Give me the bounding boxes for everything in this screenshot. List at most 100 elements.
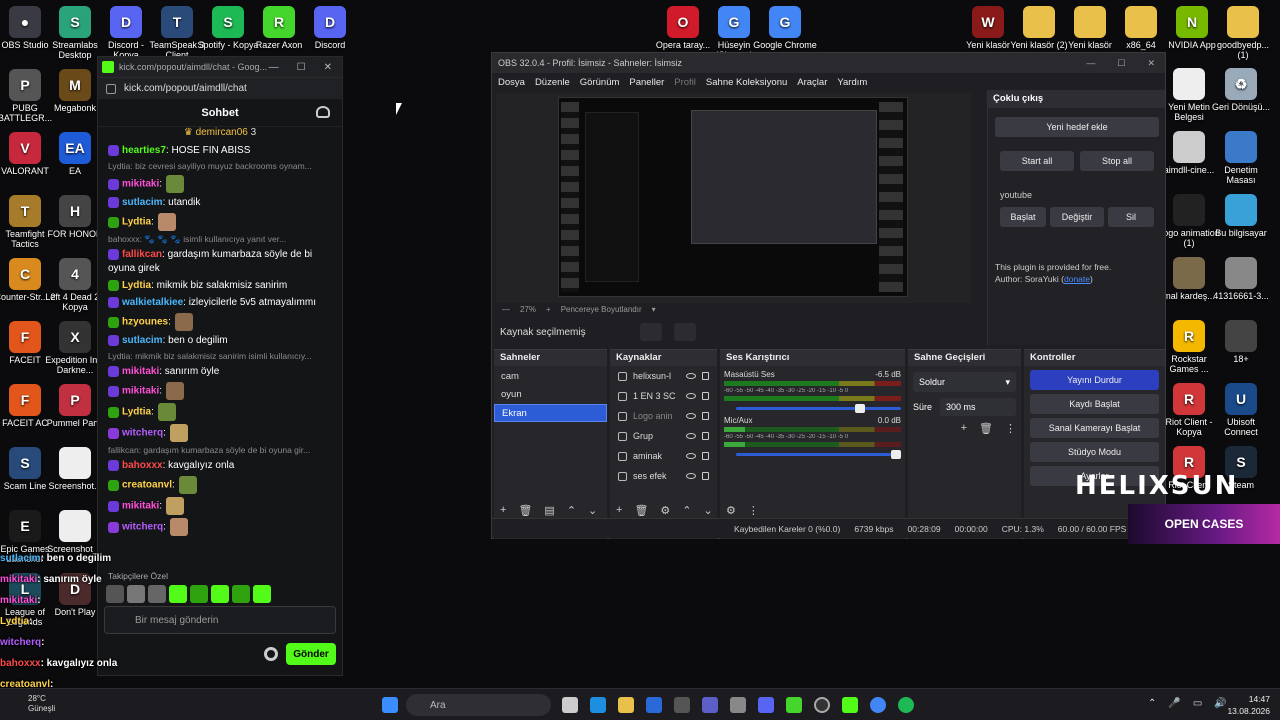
lock-icon[interactable] xyxy=(702,432,709,440)
scene-item[interactable]: Ekran xyxy=(494,404,607,422)
emote-icon[interactable] xyxy=(253,585,271,603)
emote-icon[interactable] xyxy=(148,585,166,603)
minimize-icon[interactable]: — xyxy=(1086,58,1095,69)
site-info-icon[interactable] xyxy=(106,83,116,94)
menu-dosya[interactable]: Dosya xyxy=(498,77,525,88)
menu-araçlar[interactable]: Araçlar xyxy=(797,77,827,88)
url-bar[interactable]: kick.com/popout/aimdll/chat xyxy=(98,77,342,99)
more-icon[interactable]: ⋮ xyxy=(1005,422,1016,435)
add-target-button[interactable]: Yeni hedef ekle xyxy=(995,117,1159,137)
lock-icon[interactable] xyxy=(702,472,709,480)
add-icon[interactable]: + xyxy=(616,504,622,517)
chat-username[interactable]: mikitaki xyxy=(122,501,159,512)
add-icon[interactable]: + xyxy=(961,422,967,435)
lock-icon[interactable] xyxy=(702,412,709,420)
menu-düzenle[interactable]: Düzenle xyxy=(535,77,570,88)
chrome-taskbar-icon[interactable] xyxy=(870,697,886,713)
network-icon[interactable]: ▭ xyxy=(1193,698,1202,709)
scene-item[interactable]: cam xyxy=(494,368,607,386)
control-button[interactable]: Kaydı Başlat xyxy=(1030,394,1159,414)
task-view-icon[interactable] xyxy=(562,697,578,713)
edge-icon[interactable] xyxy=(590,697,606,713)
arrow-down-icon[interactable]: ⌄ xyxy=(588,504,597,517)
close-icon[interactable]: ✕ xyxy=(324,62,332,73)
desktop-icon[interactable]: Denetim Masası xyxy=(1209,131,1273,185)
obs-titlebar[interactable]: OBS 32.0.4 - Profil: İsimsiz - Sahneler:… xyxy=(492,53,1165,73)
chat-username[interactable]: witcherq xyxy=(122,522,163,533)
weather-widget[interactable]: 28°C Güneşli xyxy=(28,694,55,714)
windows-start-icon[interactable] xyxy=(382,697,398,713)
visibility-eye-icon[interactable] xyxy=(686,413,696,419)
source-item[interactable]: 1 EN 3 SC xyxy=(610,386,717,406)
chat-username[interactable]: mikitaki xyxy=(122,366,159,377)
source-item[interactable]: Logo anin xyxy=(610,406,717,426)
scene-item[interactable]: oyun xyxy=(494,386,607,404)
kick-taskbar-icon[interactable] xyxy=(842,697,858,713)
pinned-gifter[interactable]: ♛ demircan06 3 xyxy=(98,127,342,141)
chat-username[interactable]: Lydtia xyxy=(122,280,151,291)
obs-preview[interactable] xyxy=(496,93,971,303)
source-item[interactable]: helixsun-l xyxy=(610,366,717,386)
chat-username[interactable]: hzyounes xyxy=(122,317,168,328)
more-icon[interactable]: ⋮ xyxy=(748,504,759,517)
obs-taskbar-icon[interactable] xyxy=(814,697,830,713)
add-icon[interactable]: + xyxy=(500,504,506,517)
chat-username[interactable]: sutlacim xyxy=(122,335,163,346)
zoom-in-icon[interactable]: + xyxy=(546,305,551,314)
start-all-button[interactable]: Start all xyxy=(1000,151,1074,171)
control-button[interactable]: Stüdyo Modu xyxy=(1030,442,1159,462)
filter-icon[interactable]: ▤ xyxy=(544,504,554,517)
control-button[interactable]: Yayını Durdur xyxy=(1030,370,1159,390)
desktop-icon[interactable]: G Google Chrome xyxy=(753,6,817,50)
lock-icon[interactable] xyxy=(702,452,709,460)
arrow-up-icon[interactable]: ⌃ xyxy=(682,504,691,517)
send-button[interactable]: Gönder xyxy=(286,643,336,665)
volume-slider[interactable] xyxy=(736,404,901,413)
emote-icon[interactable] xyxy=(232,585,250,603)
visibility-eye-icon[interactable] xyxy=(686,373,696,379)
source-item[interactable]: ses efek xyxy=(610,466,717,486)
menu-profil[interactable]: Profil xyxy=(674,77,696,88)
discord-taskbar-icon[interactable] xyxy=(758,697,774,713)
user-settings-icon[interactable] xyxy=(316,106,330,118)
start-button[interactable]: Başlat xyxy=(1000,207,1046,227)
chat-username[interactable]: creatoanvl xyxy=(122,480,172,491)
chat-username[interactable]: Lydtia xyxy=(122,407,151,418)
emote-icon[interactable] xyxy=(127,585,145,603)
desktop-icon[interactable]: Bu bilgisayar xyxy=(1209,194,1273,238)
chat-username[interactable]: Lydtia xyxy=(122,217,151,228)
chat-username[interactable]: hearties7 xyxy=(122,145,166,156)
arrow-up-icon[interactable]: ⌃ xyxy=(567,504,576,517)
razer-taskbar-icon[interactable] xyxy=(786,697,802,713)
emote-icon[interactable] xyxy=(169,585,187,603)
chat-username[interactable]: bahoxxx xyxy=(122,460,163,471)
menu-görünüm[interactable]: Görünüm xyxy=(580,77,620,88)
lock-icon[interactable] xyxy=(702,392,709,400)
arrow-down-icon[interactable]: ⌄ xyxy=(704,504,713,517)
donate-link[interactable]: donate xyxy=(1064,274,1090,284)
app-icon[interactable] xyxy=(730,697,746,713)
store-icon[interactable] xyxy=(646,697,662,713)
advanced-audio-icon[interactable]: ⚙ xyxy=(726,504,736,517)
lock-icon[interactable] xyxy=(702,372,709,380)
menu-sahne-koleksiyonu[interactable]: Sahne Koleksiyonu xyxy=(706,77,787,88)
app-icon[interactable] xyxy=(674,697,690,713)
menu-yardım[interactable]: Yardım xyxy=(837,77,867,88)
trash-icon[interactable]: 🗑 xyxy=(634,504,648,517)
trash-icon[interactable]: 🗑 xyxy=(518,504,532,517)
menu-paneller[interactable]: Paneller xyxy=(629,77,664,88)
desktop-icon[interactable]: D Discord xyxy=(298,6,362,50)
resize-dropdown[interactable]: Pencereye Boyutlandır xyxy=(561,305,642,314)
volume-knob[interactable] xyxy=(891,450,901,459)
stop-all-button[interactable]: Stop all xyxy=(1080,151,1154,171)
chat-username[interactable]: mikitaki xyxy=(122,179,159,190)
edit-button[interactable]: Değiştir xyxy=(1050,207,1104,227)
emote-tab-label[interactable]: Takipçilere Özel xyxy=(108,571,168,581)
volume-icon[interactable]: 🔊 xyxy=(1214,698,1226,709)
desktop-icon[interactable]: 18+ xyxy=(1209,320,1273,364)
visibility-eye-icon[interactable] xyxy=(686,393,696,399)
close-icon[interactable]: ✕ xyxy=(1147,58,1155,69)
taskbar-search[interactable]: Ara xyxy=(406,694,551,716)
chat-username[interactable]: walkietalkiee xyxy=(122,297,183,308)
desktop-icon[interactable]: U Ubisoft Connect xyxy=(1209,383,1273,437)
